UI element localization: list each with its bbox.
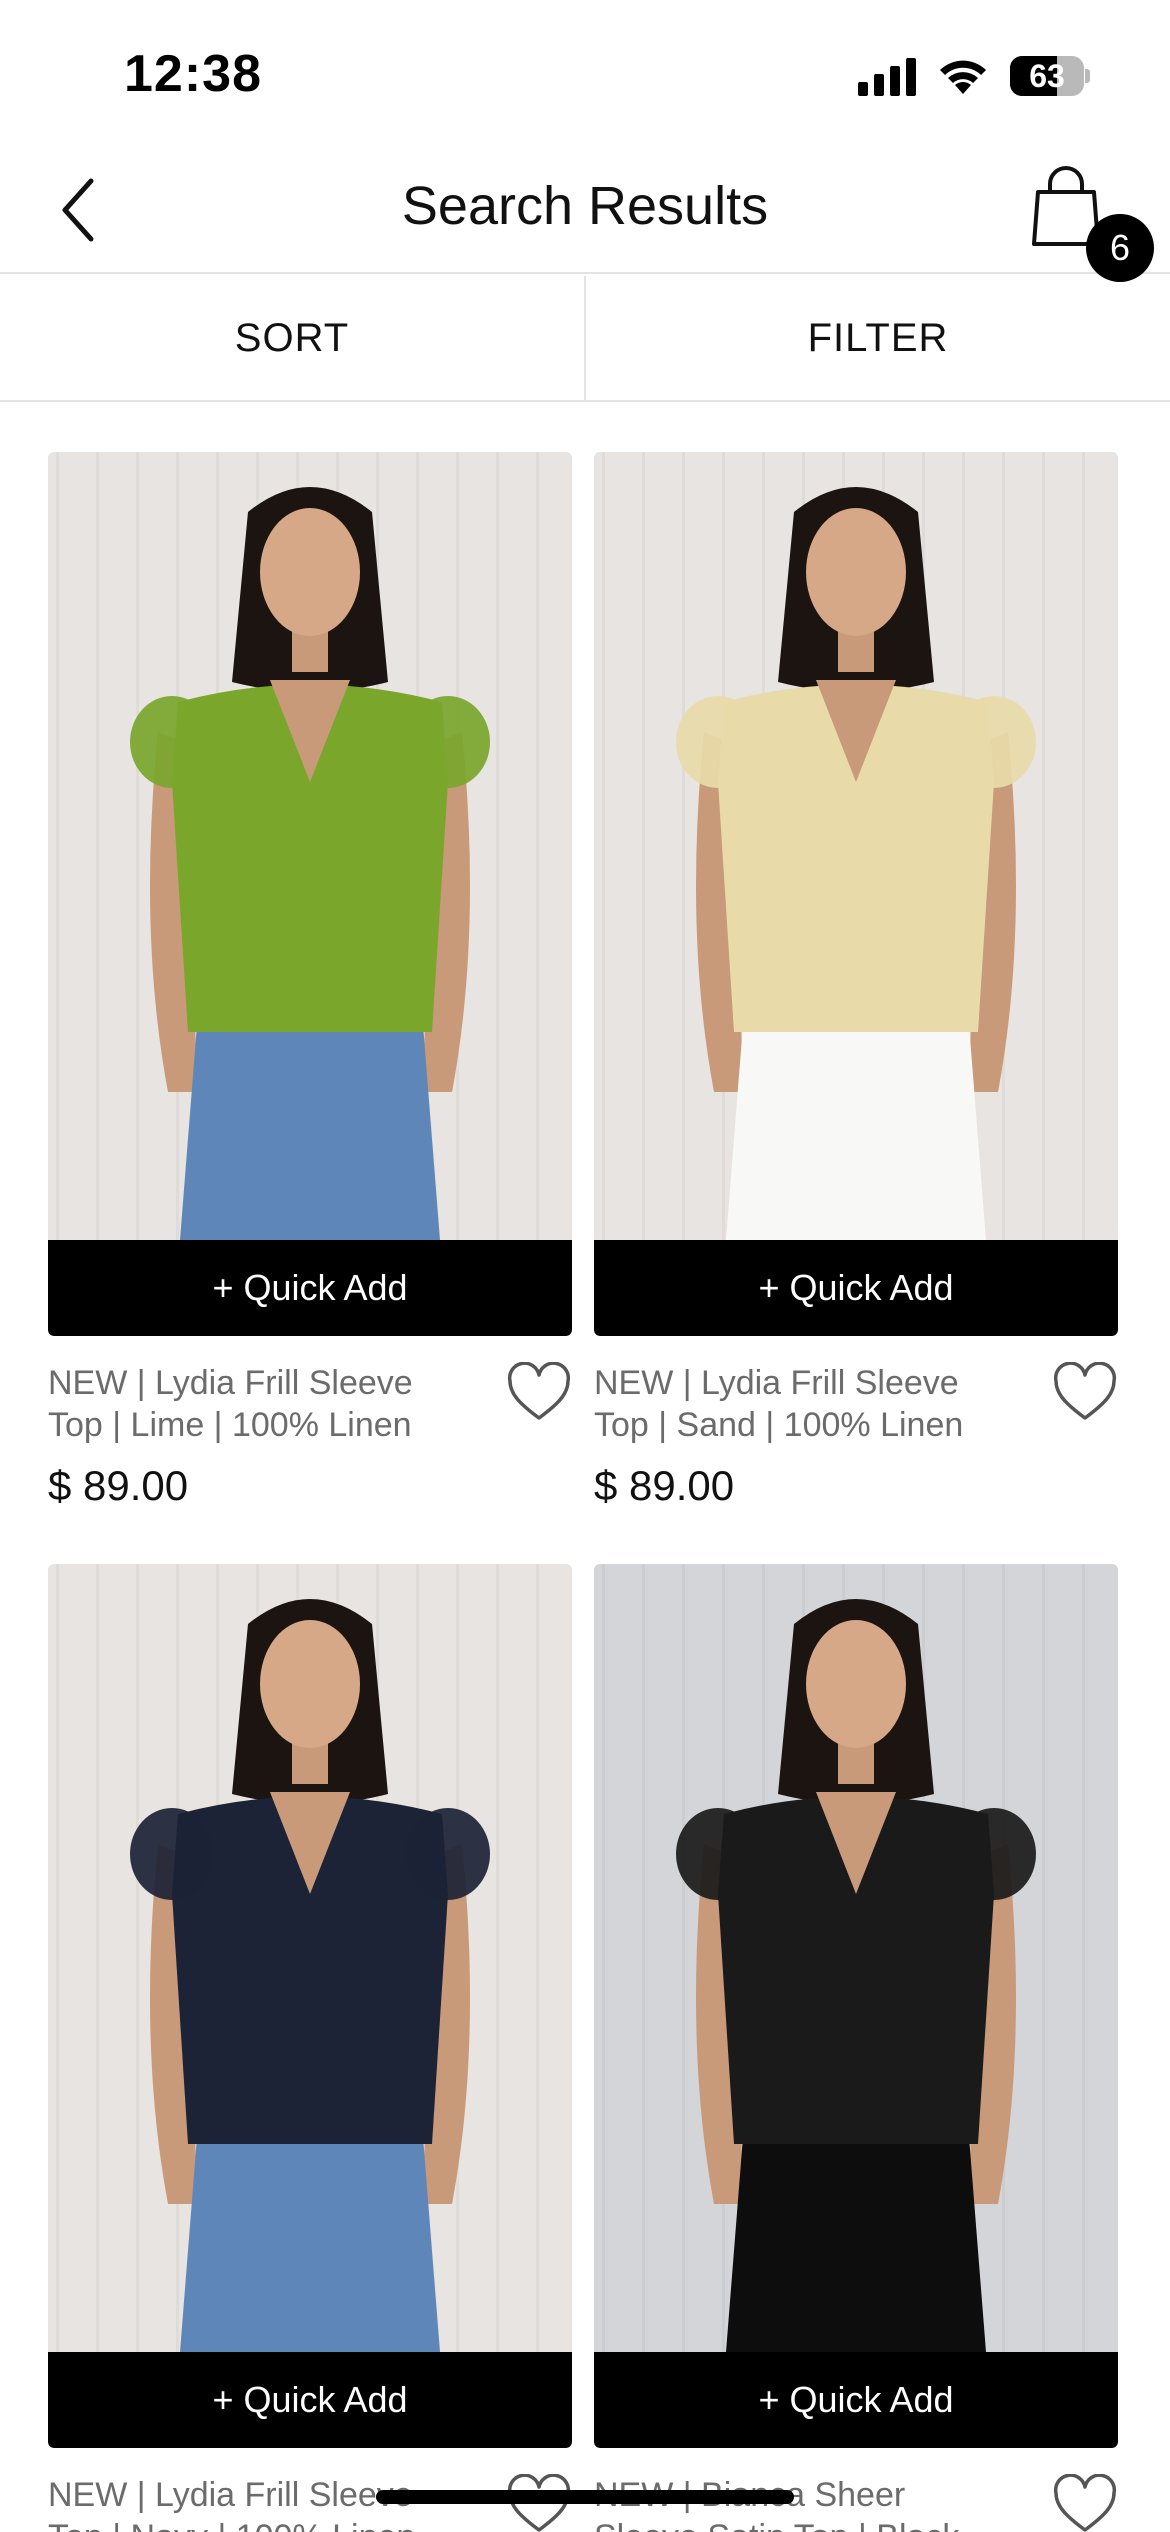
model-face xyxy=(806,508,906,636)
chevron-left-icon xyxy=(62,178,94,242)
quick-add-button[interactable]: + Quick Add xyxy=(48,1240,572,1336)
product-name[interactable]: NEW | Lydia Frill Sleeve Top | Lime | 10… xyxy=(48,1362,468,1446)
product-info: NEW | Lydia Frill Sleeve Top | Sand | 10… xyxy=(594,1362,1118,1512)
cart-count-badge: 6 xyxy=(1086,214,1154,282)
sort-filter-bar: SORT FILTER xyxy=(0,276,1170,402)
heart-icon[interactable] xyxy=(506,1362,572,1424)
product-sleeve xyxy=(406,696,490,788)
heart-icon[interactable] xyxy=(1052,2474,1118,2532)
model-face xyxy=(260,1620,360,1748)
product-bottoms xyxy=(180,1012,440,1240)
product-sleeve xyxy=(130,696,214,788)
quick-add-button[interactable]: + Quick Add xyxy=(594,2352,1118,2448)
quick-add-button[interactable]: + Quick Add xyxy=(48,2352,572,2448)
product-card[interactable]: + Quick Add NEW | Lydia Frill Sleeve Top… xyxy=(48,1564,572,2532)
status-bar: 12:38 63 xyxy=(0,0,1170,150)
product-image[interactable] xyxy=(48,1564,572,2352)
product-price: $ 89.00 xyxy=(48,1462,189,1509)
product-image[interactable] xyxy=(594,1564,1118,2352)
product-sleeve xyxy=(952,696,1036,788)
app-header: Search Results 6 xyxy=(0,150,1170,282)
product-sleeve xyxy=(406,1808,490,1900)
product-price: $ 89.00 xyxy=(594,1462,735,1509)
product-name[interactable]: NEW | Lydia Frill Sleeve Top | Sand | 10… xyxy=(594,1362,1014,1446)
product-media: + Quick Add xyxy=(48,452,572,1336)
product-media: + Quick Add xyxy=(48,1564,572,2448)
product-sleeve xyxy=(676,1808,760,1900)
model-face xyxy=(260,508,360,636)
product-info: NEW | Lydia Frill Sleeve Top | Lime | 10… xyxy=(48,1362,572,1512)
product-card[interactable]: + Quick Add NEW | Bianca Sheer Sleeve Sa… xyxy=(594,1564,1118,2532)
back-button[interactable] xyxy=(40,170,120,250)
page-title: Search Results xyxy=(401,176,769,236)
product-sleeve xyxy=(676,696,760,788)
product-grid: + Quick Add NEW | Lydia Frill Sleeve Top… xyxy=(48,452,1122,2532)
battery-level: 63 xyxy=(1029,58,1065,94)
product-card[interactable]: + Quick Add NEW | Lydia Frill Sleeve Top… xyxy=(594,452,1118,1512)
status-icons: 63 xyxy=(858,56,1090,96)
heart-icon[interactable] xyxy=(1052,1362,1118,1424)
product-bottoms xyxy=(180,2124,440,2352)
product-bottoms xyxy=(726,2124,986,2352)
status-time: 12:38 xyxy=(124,45,262,103)
cart-button[interactable]: 6 xyxy=(1026,164,1156,282)
product-sleeve xyxy=(952,1808,1036,1900)
filter-button[interactable]: FILTER xyxy=(586,276,1170,400)
model-face xyxy=(806,1620,906,1748)
quick-add-button[interactable]: + Quick Add xyxy=(594,1240,1118,1336)
cellular-signal-icon xyxy=(858,56,916,96)
product-media: + Quick Add xyxy=(594,452,1118,1336)
product-image[interactable] xyxy=(594,452,1118,1240)
battery-icon: 63 xyxy=(1010,56,1090,96)
product-media: + Quick Add xyxy=(594,1564,1118,2448)
product-card[interactable]: + Quick Add NEW | Lydia Frill Sleeve Top… xyxy=(48,452,572,1512)
product-sleeve xyxy=(130,1808,214,1900)
home-indicator[interactable] xyxy=(376,2490,794,2504)
sort-button[interactable]: SORT xyxy=(0,276,584,400)
product-bottoms xyxy=(726,1012,986,1240)
product-image[interactable] xyxy=(48,452,572,1240)
wifi-icon xyxy=(940,60,986,94)
